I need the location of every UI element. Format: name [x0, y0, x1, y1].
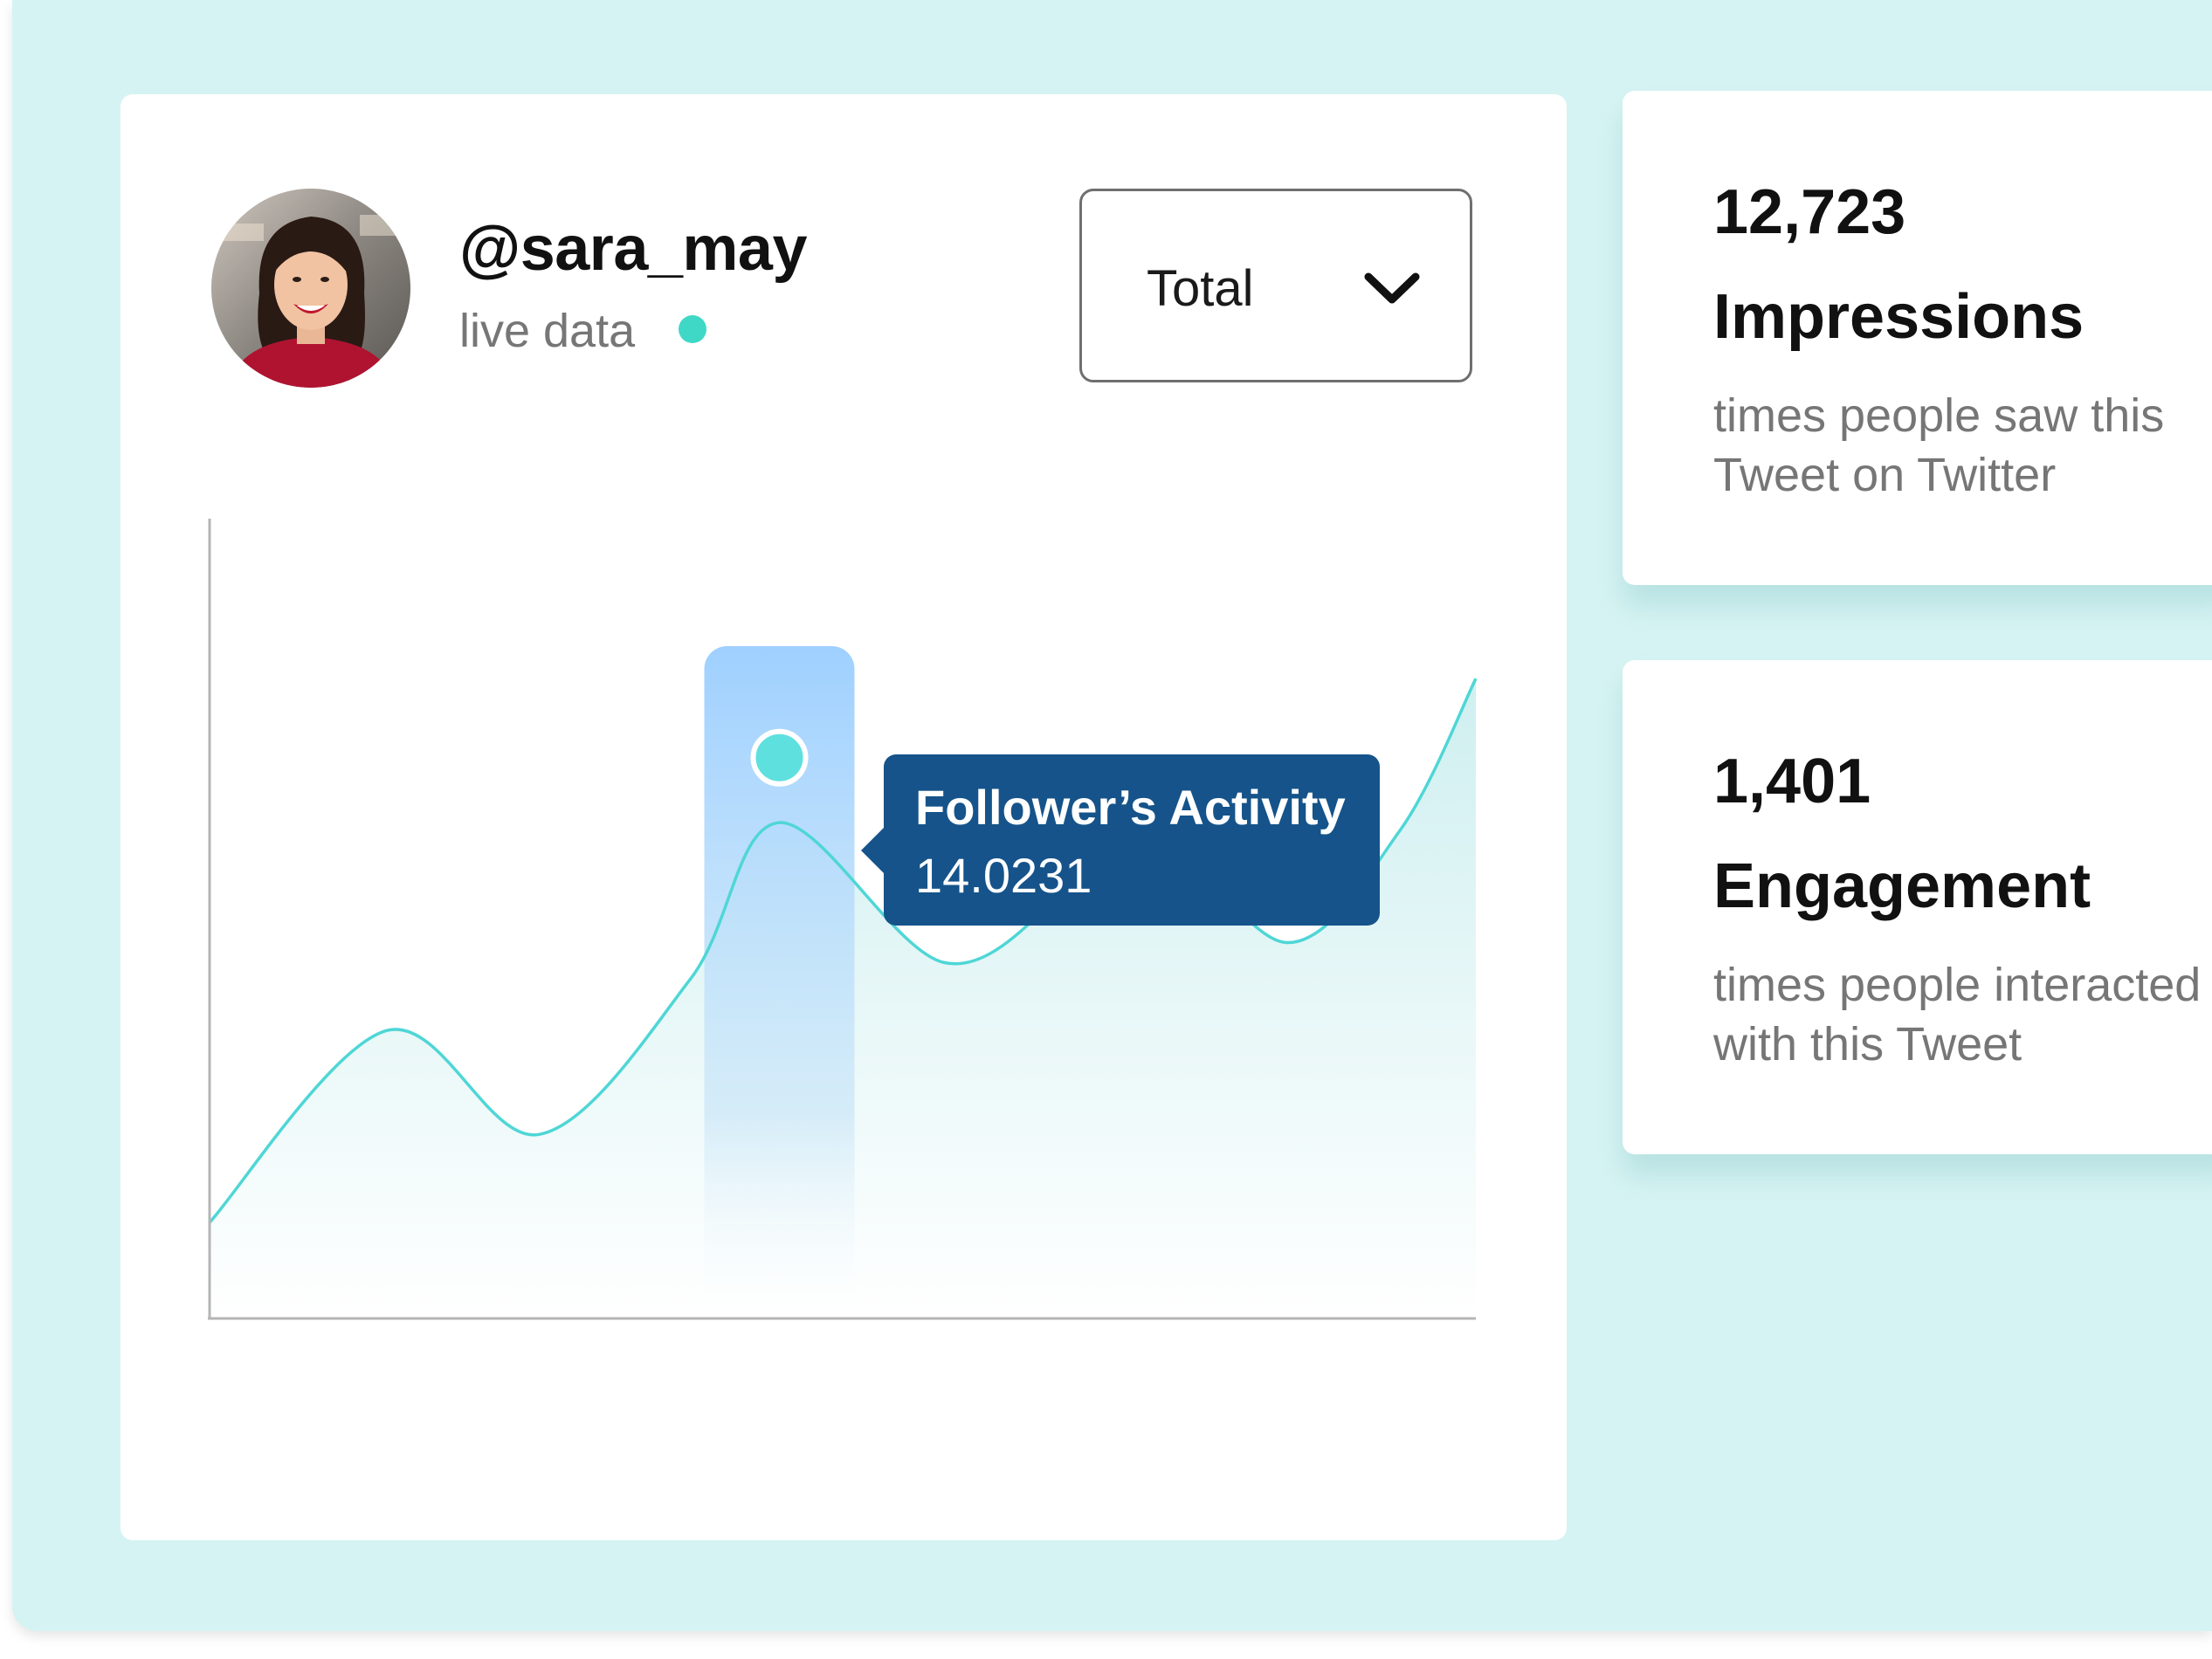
data-point-4 [776, 819, 783, 826]
chart-tooltip: Follower’s Activity 14.0231 [861, 754, 1380, 926]
data-point-2 [535, 1131, 542, 1138]
impressions-description-line1: times people saw this [1713, 389, 2165, 442]
data-point-3 [687, 975, 694, 982]
highlight-point[interactable] [750, 728, 809, 787]
engagement-card[interactable]: 1,401 Engagement times people interacted… [1623, 660, 2212, 1154]
tooltip-value: 14.0231 [915, 848, 1092, 903]
data-point-8 [1283, 939, 1290, 946]
impressions-value: 12,723 [1713, 177, 1906, 247]
impressions-description-line2: Tweet on Twitter [1713, 449, 2057, 501]
engagement-label: Engagement [1713, 851, 2091, 921]
tooltip-title: Follower’s Activity [915, 780, 1346, 835]
activity-card: @sara_may live data Total Follower’s Act… [121, 94, 1567, 1540]
impressions-label: Impressions [1713, 282, 2085, 352]
data-point-10 [1472, 675, 1479, 682]
data-point-0 [206, 1219, 213, 1226]
data-point-1 [383, 1027, 390, 1034]
data-point-5 [941, 959, 948, 966]
impressions-card[interactable]: 12,723 Impressions times people saw this… [1623, 91, 2212, 585]
engagement-value: 1,401 [1713, 747, 1871, 816]
engagement-description-line2: with this Tweet [1713, 1018, 2022, 1070]
data-point-9 [1396, 827, 1403, 834]
dashboard-frame: @sara_may live data Total Follower’s Act… [12, 0, 2212, 1631]
engagement-description-line1: times people interacted [1713, 959, 2202, 1011]
